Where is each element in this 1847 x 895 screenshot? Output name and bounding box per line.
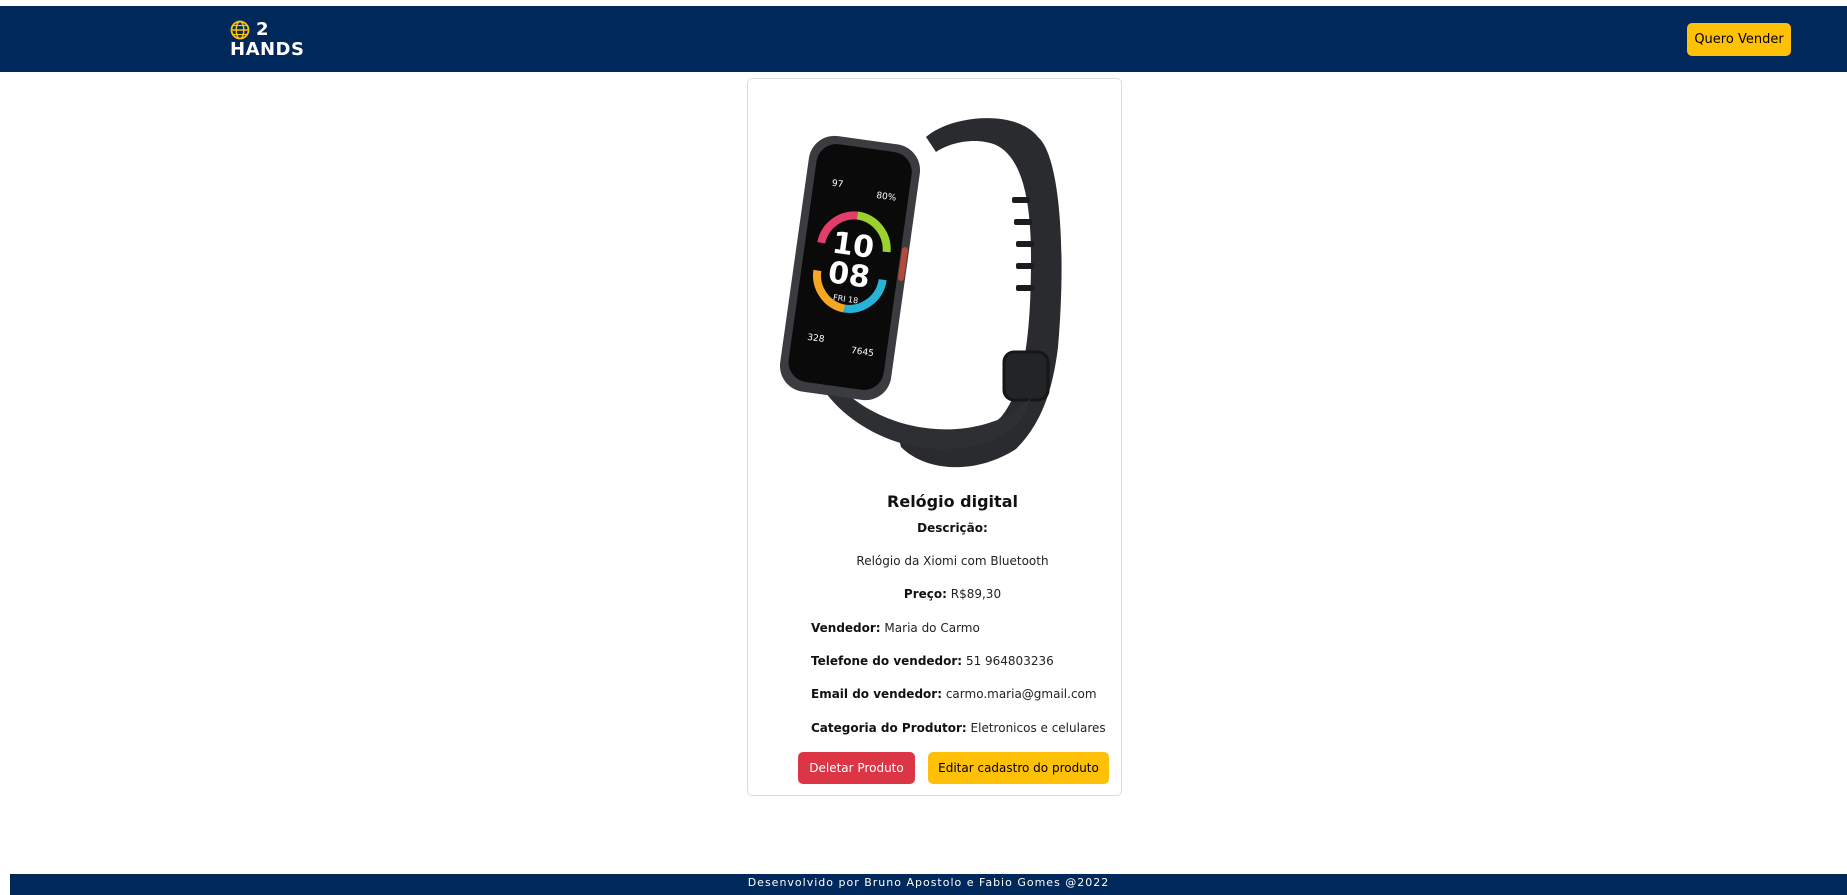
page: 2 HANDS Quero Vender 10 08 FRI 18 97 80%…	[0, 0, 1847, 895]
watch-heart-rate: 97	[831, 179, 844, 190]
logo[interactable]: 2 HANDS	[230, 18, 310, 60]
description-label: Descrição:	[917, 521, 988, 535]
seller-line: Vendedor: Maria do Carmo	[811, 621, 980, 635]
email-value: carmo.maria@gmail.com	[945, 687, 1097, 701]
edit-product-button[interactable]: Editar cadastro do produto	[928, 752, 1109, 784]
phone-line: Telefone do vendedor: 51 964803236	[811, 654, 1054, 668]
footer: Desenvolvido por Bruno Apostolo e Fabio …	[10, 874, 1847, 895]
price-label: Preço:	[903, 587, 947, 601]
navbar: 2 HANDS Quero Vender	[0, 3, 1847, 72]
phone-label: Telefone do vendedor:	[811, 654, 963, 668]
phone-value: 51 964803236	[965, 654, 1054, 668]
watch-minute: 08	[826, 255, 872, 295]
category-value: Eletronicos e celulares	[970, 721, 1106, 735]
product-description: Relógio da Xiomi com Bluetooth	[856, 554, 1049, 568]
category-line: Categoria do Produtor: Eletronicos e cel…	[811, 721, 1106, 735]
delete-product-button[interactable]: Deletar Produto	[798, 752, 915, 784]
seller-value: Maria do Carmo	[884, 621, 980, 635]
price-value: R$89,30	[950, 587, 1002, 601]
product-image: 10 08 FRI 18 97 80% 328 7645	[779, 118, 1062, 468]
logo-number: 2	[256, 19, 269, 40]
logo-top-line: 2	[230, 20, 269, 40]
email-label: Email do vendedor:	[811, 687, 942, 701]
category-label: Categoria do Produtor:	[811, 721, 967, 735]
product-title: Relógio digital	[887, 492, 1018, 511]
seller-label: Vendedor:	[811, 621, 881, 635]
email-line: Email do vendedor: carmo.maria@gmail.com	[811, 687, 1097, 701]
product-card: 10 08 FRI 18 97 80% 328 7645 Relógio dig…	[747, 78, 1122, 796]
globe-icon	[230, 20, 250, 40]
price-line: Preço: R$89,30	[748, 587, 1123, 601]
logo-text: HANDS	[230, 39, 305, 60]
sell-button[interactable]: Quero Vender	[1687, 23, 1791, 56]
